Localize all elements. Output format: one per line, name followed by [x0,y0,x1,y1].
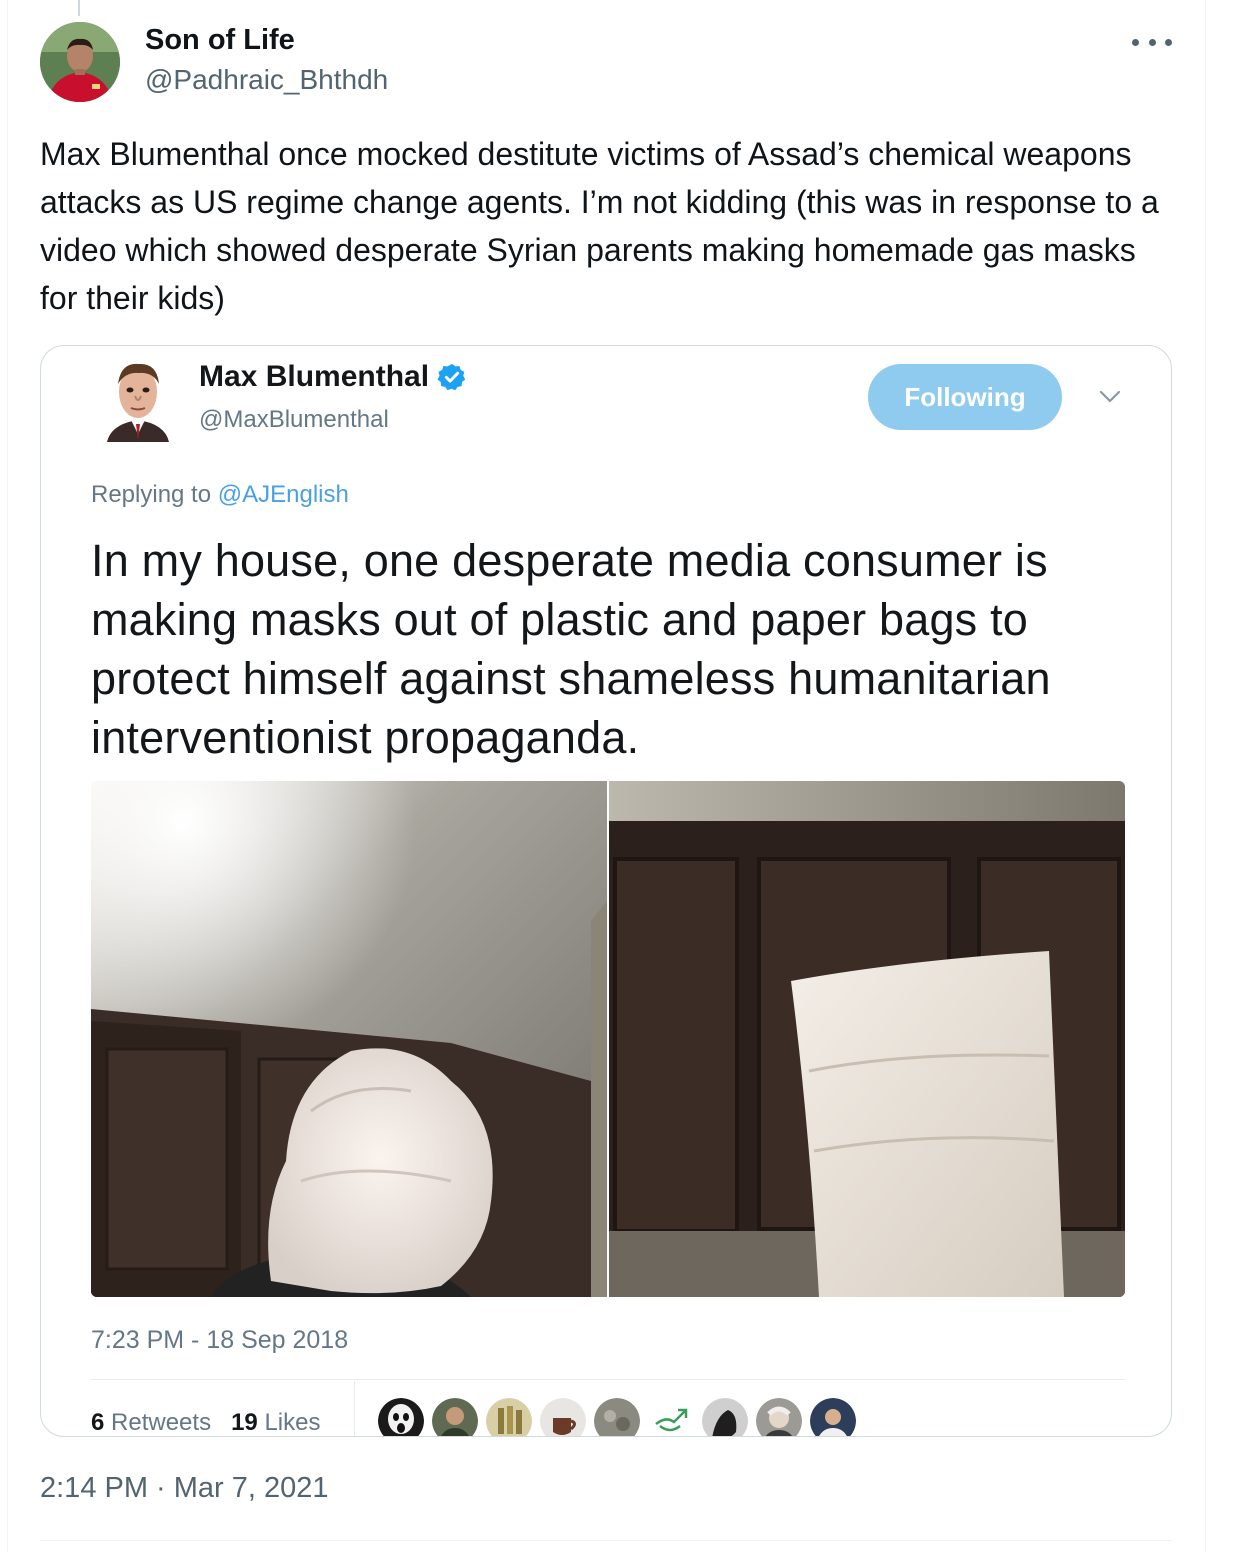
liker-avatar[interactable] [540,1398,586,1436]
thread-connector-line [78,0,80,16]
liker-avatar[interactable] [594,1398,640,1436]
likes-count: 19 [231,1409,258,1436]
replying-to: Replying to @AJEnglish [91,481,349,509]
liker-avatar[interactable] [702,1398,748,1436]
liker-avatar[interactable] [486,1398,532,1436]
verified-badge-icon [437,363,466,391]
bottom-divider [40,1540,1172,1541]
replying-to-link[interactable]: @AJEnglish [218,481,349,508]
stats-vertical-divider [354,1381,355,1436]
quoted-timestamp[interactable]: 7:23 PM - 18 Sep 2018 [91,1326,348,1355]
left-frame-border [0,0,8,1552]
quoted-tweet-text: In my house, one desperate media consume… [91,535,1051,763]
stats-divider [91,1379,1125,1380]
liker-avatar[interactable] [378,1398,424,1436]
likes-stat[interactable]: 19 Likes [231,1409,321,1436]
retweets-stat[interactable]: 6 Retweets [91,1409,212,1436]
more-dots-icon[interactable] [1132,28,1172,56]
chevron-down-icon[interactable] [1097,388,1123,406]
quoted-tweet-card[interactable]: Max Blumenthal @MaxBlumenthal Following … [40,345,1172,1437]
photo-grid [91,781,1125,1297]
caricature-avatar-icon[interactable] [99,354,177,444]
following-button[interactable]: Following [868,364,1062,430]
liker-avatar[interactable] [756,1398,802,1436]
paper-bag-mask-photo[interactable] [609,781,1125,1297]
retweets-label: Retweets [111,1409,212,1436]
replying-prefix: Replying to [91,481,212,508]
liker-avatar[interactable] [432,1398,478,1436]
likers-avatars [378,1398,856,1436]
right-frame-border [1205,0,1206,1552]
liker-avatar[interactable] [648,1398,694,1436]
quoted-handle[interactable]: @MaxBlumenthal [199,406,389,434]
tweet-timestamp[interactable]: 2:14 PM · Mar 7, 2021 [40,1472,329,1505]
tweet-text: Max Blumenthal once mocked destitute vic… [40,136,1159,316]
quoted-display-name[interactable]: Max Blumenthal [199,360,467,394]
liker-avatar[interactable] [810,1398,856,1436]
engagement-stats: 6 Retweets 19 Likes [91,1409,321,1436]
plastic-bag-mask-photo[interactable] [91,781,607,1297]
likes-label: Likes [264,1409,321,1436]
quoted-name-label: Max Blumenthal [199,360,430,393]
retweets-count: 6 [91,1409,105,1436]
display-name[interactable]: Son of Life [145,24,295,57]
footballer-avatar-icon[interactable] [40,22,120,102]
user-handle[interactable]: @Padhraic_Bhthdh [145,64,388,96]
